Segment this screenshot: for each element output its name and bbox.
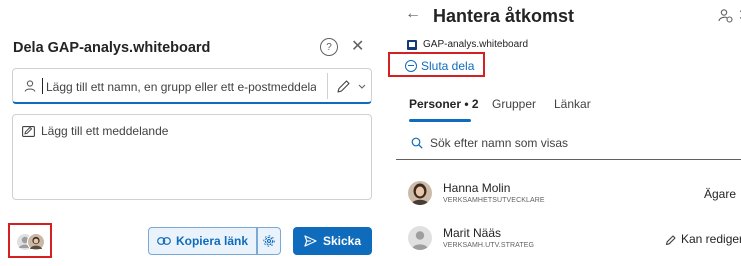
link-icon [157, 237, 171, 245]
send-label: Skicka [322, 234, 362, 248]
tab-links[interactable]: Länkar [554, 97, 591, 111]
list-item[interactable]: Marit Nääs VERKSAMH.UTV.STRATEG Kan redi… [388, 226, 741, 266]
person-title: VERKSAMH.UTV.STRATEG [443, 242, 535, 249]
search-input[interactable] [430, 135, 730, 151]
avatar-stack-icon [16, 233, 45, 251]
recipient-field[interactable] [12, 68, 372, 104]
edit-pencil-icon [665, 235, 676, 246]
active-tab-indicator [409, 119, 471, 122]
send-button[interactable]: Skicka [293, 227, 372, 255]
gear-icon [263, 235, 275, 247]
tab-groups[interactable]: Grupper [492, 97, 536, 111]
whiteboard-file-icon [407, 40, 417, 50]
stop-sharing-link[interactable]: Sluta dela [421, 59, 474, 73]
person-name: Hanna Molin [443, 181, 511, 195]
stop-sharing-icon[interactable] [405, 60, 417, 72]
manage-access-panel: ← Hantera åtkomst ✕ GAP-analys.whiteboar… [388, 0, 741, 259]
copy-link-button[interactable]: Kopiera länk [148, 227, 257, 255]
person-title: VERKSAMHETSUTVECKLARE [443, 197, 545, 204]
shared-with-avatars[interactable] [8, 223, 52, 258]
people-settings-icon[interactable] [718, 8, 734, 24]
send-icon [304, 235, 317, 247]
person-role[interactable]: Ägare [704, 187, 736, 201]
manage-access-title: Hantera åtkomst [433, 6, 575, 26]
avatar [408, 226, 432, 250]
share-dialog-title: Dela GAP-analys.whiteboard [13, 40, 211, 56]
share-dialog: Dela GAP-analys.whiteboard ? ✕ Lägg till… [0, 0, 388, 259]
search-icon [411, 137, 423, 149]
back-arrow-icon[interactable]: ← [405, 5, 421, 23]
list-item[interactable]: Hanna Molin VERKSAMHETSUTVECKLARE Ägare [388, 181, 741, 221]
message-field[interactable]: Lägg till ett meddelande [12, 114, 372, 200]
link-settings-button[interactable] [257, 227, 281, 255]
tab-people[interactable]: Personer • 2 [409, 97, 479, 111]
avatar [408, 181, 432, 205]
text-caret [42, 78, 43, 94]
person-name: Marit Nääs [443, 226, 502, 240]
person-icon [24, 80, 36, 92]
help-icon[interactable]: ? [320, 38, 338, 56]
person-role[interactable]: Kan redigera [681, 232, 741, 246]
close-icon[interactable]: ✕ [351, 37, 364, 57]
divider [327, 73, 328, 99]
people-search[interactable] [396, 126, 741, 160]
copy-link-label: Kopiera länk [175, 234, 249, 248]
message-placeholder: Lägg till ett meddelande [41, 124, 169, 138]
message-edit-icon [22, 126, 35, 137]
edit-permission-dropdown[interactable] [335, 77, 369, 97]
recipient-input[interactable] [44, 78, 316, 96]
file-name: GAP-analys.whiteboard [423, 39, 529, 50]
